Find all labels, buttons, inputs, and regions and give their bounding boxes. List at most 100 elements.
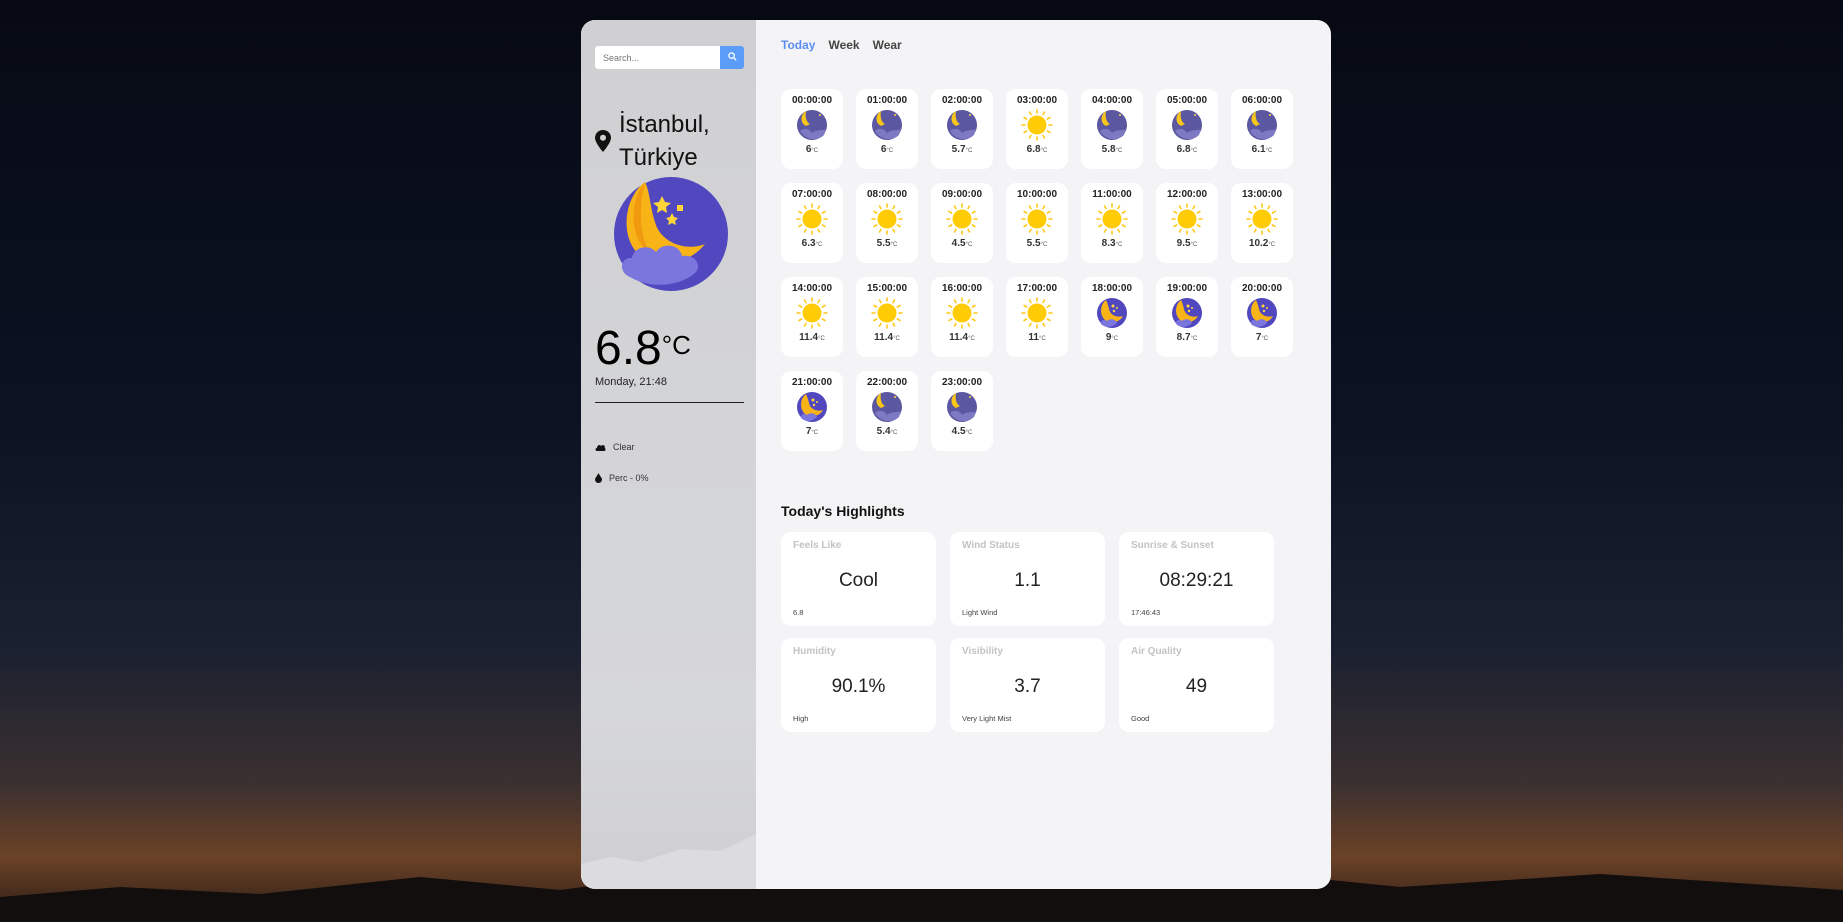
hour-temp-value: 4.5 xyxy=(951,238,966,249)
hour-card: 12:00:00 9.5°C xyxy=(1156,183,1218,263)
hour-temp-unit: °C xyxy=(1115,148,1123,154)
sun-icon xyxy=(1021,109,1053,141)
hour-time: 10:00:00 xyxy=(1016,189,1058,200)
highlights-title: Today's Highlights xyxy=(781,503,905,519)
hour-temp: 6.3°C xyxy=(781,238,843,249)
hour-card: 10:00:00 5.5°C xyxy=(1006,183,1068,263)
highlight-subtext: Very Light Mist xyxy=(962,714,1012,723)
hour-card: 05:00:00 6.8°C xyxy=(1156,89,1218,169)
hour-temp-unit: °C xyxy=(1190,148,1198,154)
clear-night-icon xyxy=(1171,297,1203,329)
hour-temp-unit: °C xyxy=(1111,336,1119,342)
hour-time: 04:00:00 xyxy=(1091,95,1133,106)
moon-stars-cloud-icon xyxy=(610,172,728,297)
search-input[interactable] xyxy=(595,46,720,69)
hour-card: 20:00:00 7°C xyxy=(1231,277,1293,357)
hour-temp: 8.7°C xyxy=(1156,332,1218,343)
highlight-value: 08:29:21 xyxy=(1159,570,1234,591)
hour-temp-unit: °C xyxy=(965,242,973,248)
hour-temp-unit: °C xyxy=(815,242,823,248)
hour-temp-value: 6.3 xyxy=(801,238,816,249)
highlight-subtext: 17:46:43 xyxy=(1131,608,1161,617)
hour-temp-unit: °C xyxy=(1115,242,1123,248)
hour-time: 07:00:00 xyxy=(791,189,833,200)
hour-temp-unit: °C xyxy=(1265,148,1273,154)
hour-temp-unit: °C xyxy=(890,242,898,248)
hour-time: 22:00:00 xyxy=(866,377,908,388)
hour-card: 14:00:00 11.4°C xyxy=(781,277,843,357)
hour-temp-unit: °C xyxy=(1261,336,1269,342)
temperature-value: 6.8 xyxy=(595,322,662,375)
hour-time: 12:00:00 xyxy=(1166,189,1208,200)
hour-temp-value: 9.5 xyxy=(1176,238,1191,249)
condition: Clear xyxy=(595,442,635,452)
hour-time: 03:00:00 xyxy=(1016,95,1058,106)
hour-temp-unit: °C xyxy=(886,148,894,154)
country-name: Türkiye xyxy=(619,144,698,171)
hour-temp: 5.8°C xyxy=(1081,144,1143,155)
sun-icon xyxy=(946,297,978,329)
search-bar xyxy=(595,46,744,69)
highlight-value: 49 xyxy=(1185,676,1208,697)
cloudy-night-icon xyxy=(1171,109,1203,141)
hour-temp-value: 5.8 xyxy=(1101,144,1116,155)
hour-temp: 6°C xyxy=(781,144,843,155)
hour-card: 07:00:00 6.3°C xyxy=(781,183,843,263)
hour-temp-value: 4.5 xyxy=(951,426,966,437)
hour-temp: 5.5°C xyxy=(856,238,918,249)
hour-temp: 11.4°C xyxy=(856,332,918,343)
hour-temp: 6.8°C xyxy=(1006,144,1068,155)
highlight-label: Humidity xyxy=(793,646,836,657)
hour-card: 17:00:00 11°C xyxy=(1006,277,1068,357)
hour-time: 00:00:00 xyxy=(791,95,833,106)
hour-card: 21:00:00 7°C xyxy=(781,371,843,451)
highlight-card: Sunrise & Sunset 08:29:21 17:46:43 xyxy=(1119,532,1274,626)
hour-temp-value: 5.7 xyxy=(951,144,966,155)
cloud-icon xyxy=(595,444,606,451)
search-button[interactable] xyxy=(720,46,744,69)
hour-temp: 7°C xyxy=(781,426,843,437)
hour-temp: 8.3°C xyxy=(1081,238,1143,249)
hour-temp-unit: °C xyxy=(968,336,975,342)
hour-time: 02:00:00 xyxy=(941,95,983,106)
hour-card: 00:00:00 6°C xyxy=(781,89,843,169)
hour-card: 18:00:00 9°C xyxy=(1081,277,1143,357)
cloudy-night-icon xyxy=(946,109,978,141)
hour-temp-unit: °C xyxy=(1040,148,1048,154)
hour-temp: 4.5°C xyxy=(931,238,993,249)
hour-temp-unit: °C xyxy=(1268,242,1276,248)
current-temperature: 6.8°C xyxy=(595,324,691,374)
hour-temp: 5.7°C xyxy=(931,144,993,155)
highlight-subtext: High xyxy=(793,714,809,723)
tab-today[interactable]: Today xyxy=(781,38,815,52)
tab-week[interactable]: Week xyxy=(828,38,859,52)
hour-card: 23:00:00 4.5°C xyxy=(931,371,993,451)
hour-card: 04:00:00 5.8°C xyxy=(1081,89,1143,169)
divider xyxy=(595,402,744,403)
hour-time: 06:00:00 xyxy=(1241,95,1283,106)
hour-card: 06:00:00 6.1°C xyxy=(1231,89,1293,169)
highlights-grid: Feels Like Cool 6.8 Wind Status 1.1 Light… xyxy=(781,532,1274,732)
sun-icon xyxy=(796,203,828,235)
hour-card: 19:00:00 8.7°C xyxy=(1156,277,1218,357)
tab-wear[interactable]: Wear xyxy=(873,38,902,52)
highlight-card: Visibility 3.7 Very Light Mist xyxy=(950,638,1105,732)
hour-time: 14:00:00 xyxy=(791,283,833,294)
hour-time: 11:00:00 xyxy=(1092,189,1132,200)
hour-time: 05:00:00 xyxy=(1166,95,1208,106)
clear-night-icon xyxy=(796,391,828,423)
hour-time: 08:00:00 xyxy=(866,189,908,200)
hour-temp-unit: °C xyxy=(890,430,898,436)
highlight-value: 1.1 xyxy=(1014,570,1041,591)
precipitation-text: Perc - 0% xyxy=(609,473,649,483)
highlight-value: 90.1% xyxy=(831,676,886,697)
hour-time: 16:00:00 xyxy=(941,283,983,294)
city-name: İstanbul, xyxy=(619,111,710,138)
hour-time: 23:00:00 xyxy=(941,377,983,388)
highlight-card: Humidity 90.1% High xyxy=(781,638,936,732)
sidebar: İstanbul, Türkiye 6.8°C Monday, 21:48 Cle… xyxy=(581,20,756,889)
highlight-label: Feels Like xyxy=(793,540,842,551)
highlight-value: Cool xyxy=(838,570,879,591)
highlight-label: Wind Status xyxy=(962,540,1020,551)
hour-temp-unit: °C xyxy=(1038,336,1046,342)
